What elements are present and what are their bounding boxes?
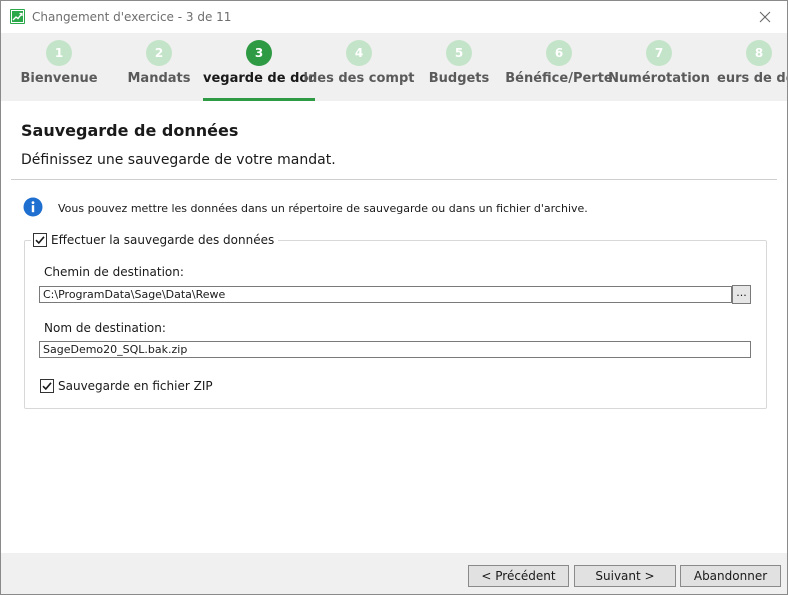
step-label: Bienvenue <box>20 71 98 86</box>
close-button[interactable] <box>743 1 787 33</box>
step-5[interactable]: 5 Budgets <box>403 33 515 101</box>
title-bar[interactable]: Changement d'exercice - 3 de 11 <box>1 1 787 33</box>
step-label: Bénéfice/Perte <box>505 71 613 86</box>
name-input[interactable]: SageDemo20_SQL.bak.zip <box>39 341 751 358</box>
path-input[interactable]: C:\ProgramData\Sage\Data\Rewe <box>39 286 732 303</box>
step-4[interactable]: 4 ldes des compt <box>303 33 415 101</box>
checkmark-icon <box>35 235 45 244</box>
step-7[interactable]: 7 Numérotation <box>603 33 715 101</box>
step-2[interactable]: 2 Mandats <box>103 33 215 101</box>
zip-checkbox[interactable] <box>40 378 54 393</box>
step-label: Budgets <box>428 71 490 86</box>
step-1[interactable]: 1 Bienvenue <box>3 33 115 101</box>
step-number: 2 <box>146 40 172 66</box>
close-icon <box>759 11 771 23</box>
header-divider <box>11 179 777 180</box>
step-number: 6 <box>546 40 572 66</box>
footer-bar: < Précédent Suivant > Abandonner <box>1 553 787 594</box>
window-title: Changement d'exercice - 3 de 11 <box>32 10 232 24</box>
step-8[interactable]: 8 eurs de dém <box>703 33 787 101</box>
zip-row[interactable]: Sauvegarde en fichier ZIP <box>40 378 213 393</box>
step-number: 1 <box>46 40 72 66</box>
chart-icon <box>10 9 25 24</box>
step-label: ldes des compt <box>303 71 415 86</box>
name-label: Nom de destination: <box>44 321 166 335</box>
step-number: 4 <box>346 40 372 66</box>
backup-enable-row[interactable]: Effectuer la sauvegarde des données <box>31 232 279 248</box>
wizard-window: Changement d'exercice - 3 de 11 1 Bienve… <box>0 0 788 595</box>
info-icon <box>23 197 43 217</box>
info-message: Vous pouvez mettre les données dans un r… <box>58 202 588 215</box>
page-title: Sauvegarde de données <box>21 121 239 140</box>
step-6[interactable]: 6 Bénéfice/Perte <box>503 33 615 101</box>
step-label: vegarde de donn <box>203 71 315 86</box>
wizard-steps: 1 Bienvenue 2 Mandats 3 vegarde de donn … <box>1 33 787 101</box>
path-label: Chemin de destination: <box>44 265 184 279</box>
page-subtitle: Définissez une sauvegarde de votre manda… <box>21 152 336 168</box>
zip-label: Sauvegarde en fichier ZIP <box>58 378 213 393</box>
previous-button[interactable]: < Précédent <box>468 565 569 587</box>
browse-button[interactable]: ... <box>732 285 751 304</box>
backup-enable-label: Effectuer la sauvegarde des données <box>51 232 275 247</box>
step-number: 3 <box>246 40 272 66</box>
step-3[interactable]: 3 vegarde de donn <box>203 33 315 101</box>
step-number: 8 <box>746 40 772 66</box>
step-label: Numérotation <box>608 71 710 86</box>
active-step-indicator <box>203 98 315 101</box>
step-number: 7 <box>646 40 672 66</box>
checkmark-icon <box>42 381 52 390</box>
step-label: Mandats <box>127 71 191 86</box>
next-button[interactable]: Suivant > <box>574 565 676 587</box>
step-number: 5 <box>446 40 472 66</box>
backup-enable-checkbox[interactable] <box>33 232 47 247</box>
cancel-button[interactable]: Abandonner <box>680 565 781 587</box>
step-label: eurs de dém <box>717 71 787 86</box>
